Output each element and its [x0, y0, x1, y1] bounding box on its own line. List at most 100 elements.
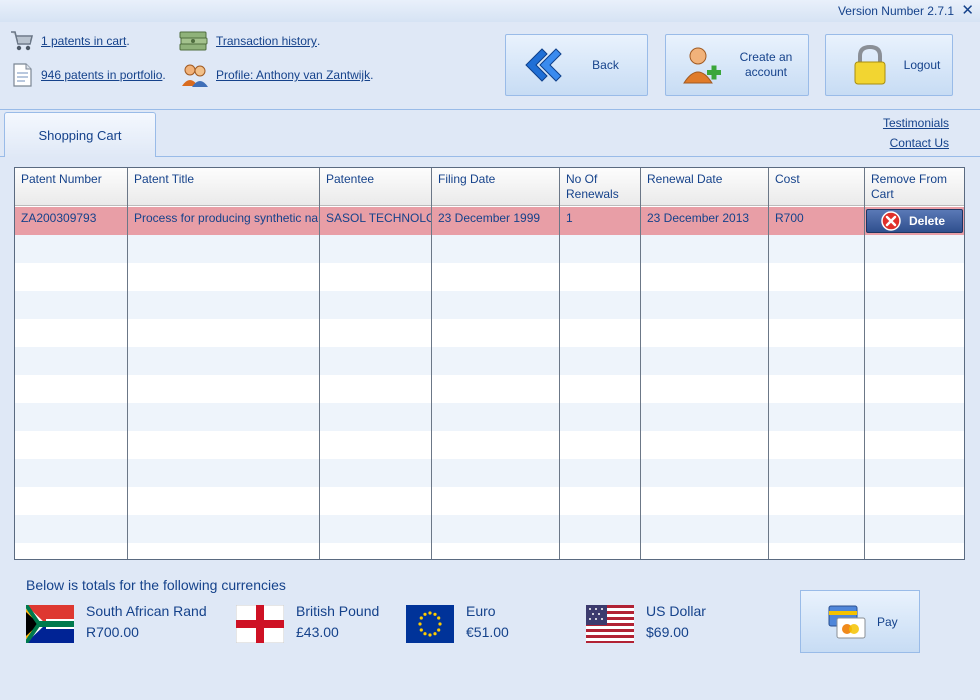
transaction-history-link[interactable]: Transaction history	[216, 34, 317, 48]
logout-label: Logout	[903, 57, 941, 72]
column-divider	[431, 168, 432, 559]
back-label: Back	[592, 57, 619, 72]
cart-table: Patent Number Patent Title Patentee Fili…	[14, 167, 965, 560]
cart-dot: .	[126, 34, 130, 48]
tab-strip: Shopping Cart Testimonials Contact Us	[0, 109, 980, 158]
empty-row	[15, 515, 964, 543]
close-icon[interactable]: ✕	[961, 1, 974, 19]
cell-patent-number: ZA200309793	[21, 211, 97, 225]
currency-usd: US Dollar $69.00	[586, 601, 706, 643]
currency-value: £43.00	[296, 624, 339, 640]
create-account-label-line1: Create an	[739, 50, 793, 64]
cell-patentee: SASOL TECHNOLOGY	[326, 211, 432, 225]
cell-filing-date: 23 December 1999	[438, 211, 541, 225]
cart-info: 1 patents in cart.	[9, 28, 130, 54]
transactions-dot: .	[316, 34, 321, 48]
money-stack-icon	[179, 31, 208, 51]
portfolio-info: 946 patents in portfolio.	[9, 62, 166, 88]
empty-row	[15, 403, 964, 431]
empty-row	[15, 235, 964, 263]
empty-row	[15, 347, 964, 375]
cart-link[interactable]: 1 patents in cart	[41, 34, 126, 48]
col-filing-date[interactable]: Filing Date	[432, 168, 560, 206]
users-icon	[182, 64, 208, 87]
england-flag-icon	[236, 605, 284, 643]
currency-name: US Dollar	[646, 603, 706, 619]
currency-name: British Pound	[296, 603, 380, 619]
profile-link[interactable]: Profile: Anthony van Zantwijk	[216, 68, 370, 82]
currency-eur: Euro €51.00	[406, 601, 509, 643]
currency-value: R700.00	[86, 624, 139, 640]
col-remove-line2: Cart	[871, 187, 894, 201]
back-button[interactable]: Back	[505, 34, 648, 96]
currency-name: Euro	[466, 603, 496, 619]
currency-gbp: British Pound £43.00	[236, 601, 379, 643]
delete-label: Delete	[909, 214, 946, 228]
create-account-label-line2: account	[744, 65, 788, 79]
eu-flag-icon	[406, 605, 454, 643]
profile-info: Profile: Anthony van Zantwijk.	[180, 62, 373, 88]
empty-row	[15, 375, 964, 403]
contact-us-link[interactable]: Contact Us	[890, 136, 949, 150]
create-account-button[interactable]: Create an account	[665, 34, 809, 96]
cell-renewal-date: 23 December 2013	[647, 211, 750, 225]
pay-button[interactable]: Pay	[800, 590, 920, 653]
version-number: Version Number 2.7.1	[837, 4, 954, 18]
empty-row	[15, 291, 964, 319]
col-remove-line1: Remove From	[871, 172, 948, 186]
delete-x-icon	[881, 211, 901, 231]
empty-row	[15, 487, 964, 515]
pay-label: Pay	[877, 614, 898, 629]
col-renewal-date[interactable]: Renewal Date	[641, 168, 769, 206]
currency-value: €51.00	[466, 624, 509, 640]
totals-heading: Below is totals for the following curren…	[26, 577, 286, 593]
table-row[interactable]: ZA200309793 Process for producing synthe…	[15, 207, 964, 235]
usa-flag-icon	[586, 605, 634, 643]
column-divider	[640, 168, 641, 559]
col-remove[interactable]: Remove From Cart	[865, 168, 964, 206]
south-africa-flag-icon	[26, 605, 74, 643]
col-patent-title[interactable]: Patent Title	[128, 168, 320, 206]
column-divider	[319, 168, 320, 559]
portfolio-link[interactable]: 946 patents in portfolio	[41, 68, 162, 82]
col-patentee[interactable]: Patentee	[320, 168, 432, 206]
profile-dot: .	[370, 68, 374, 82]
portfolio-dot: .	[162, 68, 166, 82]
col-renewals-line1: No Of	[566, 172, 598, 186]
col-renewals[interactable]: No Of Renewals	[560, 168, 641, 206]
currency-name: South African Rand	[86, 603, 207, 619]
empty-row	[15, 319, 964, 347]
cell-patent-title: Process for producing synthetic na	[134, 211, 319, 225]
column-divider	[127, 168, 128, 559]
cell-renewals: 1	[566, 211, 573, 225]
currency-zar: South African Rand R700.00	[26, 601, 207, 643]
shopping-cart-panel: Patent Number Patent Title Patentee Fili…	[0, 157, 980, 700]
empty-row	[15, 263, 964, 291]
title-bar: Version Number 2.7.1 ✕	[0, 0, 980, 22]
padlock-icon	[854, 44, 886, 85]
col-patent-number[interactable]: Patent Number	[15, 168, 128, 206]
col-cost[interactable]: Cost	[769, 168, 865, 206]
cell-cost: R700	[775, 211, 804, 225]
create-account-label: Create an account	[724, 50, 808, 80]
empty-row	[15, 431, 964, 459]
credit-card-icon	[828, 605, 866, 638]
transactions-info: Transaction history.	[178, 28, 320, 54]
col-renewals-line2: Renewals	[566, 187, 619, 201]
column-divider	[559, 168, 560, 559]
empty-row	[15, 543, 964, 559]
add-user-icon	[683, 47, 721, 84]
header: 1 patents in cart. 946 patents in portfo…	[0, 22, 980, 110]
shopping-cart-icon	[11, 31, 34, 51]
column-divider	[864, 168, 865, 559]
tab-shopping-cart[interactable]: Shopping Cart	[4, 112, 156, 158]
empty-row	[15, 459, 964, 487]
document-icon	[13, 63, 32, 87]
logout-button[interactable]: Logout	[825, 34, 953, 96]
double-chevron-left-icon	[525, 48, 562, 82]
column-divider	[768, 168, 769, 559]
testimonials-link[interactable]: Testimonials	[883, 116, 949, 130]
table-header: Patent Number Patent Title Patentee Fili…	[15, 168, 964, 206]
currency-value: $69.00	[646, 624, 689, 640]
delete-button[interactable]: Delete	[866, 209, 963, 233]
